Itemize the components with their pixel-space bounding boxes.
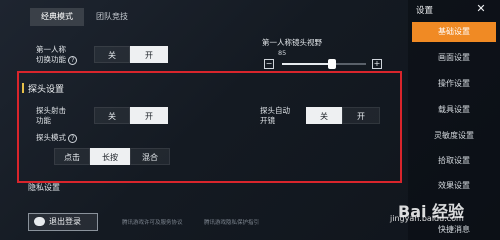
first-person-on-option[interactable]: 开	[130, 46, 168, 63]
peek-autoscope-label-line2: 开镜	[260, 116, 275, 125]
first-person-label: 第一人称 切换功能 ?	[36, 45, 78, 65]
tab-classic[interactable]: 经典模式	[30, 8, 84, 26]
highlight-box	[17, 71, 402, 183]
fov-slider-track[interactable]	[282, 59, 366, 69]
sidebar-item-pickup[interactable]: 拾取设置	[412, 151, 496, 171]
fov-increase-button[interactable]: +	[372, 59, 382, 69]
peek-shoot-label: 探头射击 功能	[36, 106, 66, 126]
peek-autoscope-on-option[interactable]: 开	[342, 107, 380, 124]
logout-button[interactable]: 退出登录	[28, 213, 98, 231]
sidebar-item-graphics[interactable]: 画面设置	[412, 48, 496, 68]
close-icon[interactable]: ✕	[468, 2, 494, 16]
wechat-icon	[34, 217, 45, 226]
help-icon[interactable]: ?	[68, 133, 78, 143]
fov-slider-value: 85	[278, 49, 287, 57]
fov-slider-label: 第一人称镜头视野	[262, 38, 322, 47]
peek-shoot-off-option[interactable]: 关	[94, 107, 130, 124]
peek-mode-selector: 点击 长按 混合	[54, 148, 170, 165]
fov-decrease-button[interactable]: −	[264, 59, 274, 69]
help-icon[interactable]: ?	[68, 55, 78, 65]
first-person-label-line1: 第一人称	[36, 45, 66, 54]
fov-slider-fill	[282, 63, 333, 65]
first-person-toggle: 关 开	[94, 46, 168, 63]
sidebar-item-sensitivity[interactable]: 灵敏度设置	[412, 126, 496, 146]
sidebar-item-vehicle[interactable]: 载具设置	[412, 100, 496, 120]
sidebar-item-basic[interactable]: 基础设置	[412, 22, 496, 42]
sidebar-title: 设置	[416, 6, 434, 16]
privacy-link[interactable]: 腾讯游戏隐私保护指引	[204, 218, 259, 226]
first-person-off-option[interactable]: 关	[94, 46, 130, 63]
first-person-label-line2: 切换功能 ?	[36, 55, 78, 65]
license-link[interactable]: 腾讯游戏许可及服务协议	[122, 218, 183, 226]
watermark-url: jingyan.baidu.com	[390, 214, 464, 223]
peek-mode-tap-option[interactable]: 点击	[54, 148, 90, 165]
peek-mode-mixed-option[interactable]: 混合	[130, 148, 170, 165]
logout-label: 退出登录	[49, 217, 81, 226]
fov-slider-thumb[interactable]	[328, 59, 337, 69]
mode-tab-bar: 经典模式 团队竞技	[0, 0, 408, 26]
peek-shoot-on-option[interactable]: 开	[130, 107, 168, 124]
peek-shoot-toggle: 关 开	[94, 107, 168, 124]
tab-team-deathmatch[interactable]: 团队竞技	[86, 8, 138, 26]
sidebar-item-effects[interactable]: 效果设置	[412, 176, 496, 196]
privacy-section-title: 隐私设置	[28, 183, 60, 192]
peek-autoscope-off-option[interactable]: 关	[306, 107, 342, 124]
peek-autoscope-label: 探头自动 开镜	[260, 106, 290, 126]
peek-shoot-label-line1: 探头射击	[36, 106, 66, 115]
peek-mode-label: 探头模式 ?	[36, 133, 78, 143]
sidebar-item-quick-message[interactable]: 快捷消息	[412, 220, 496, 240]
peek-shoot-label-line2: 功能	[36, 116, 51, 125]
peek-section-title: 探头设置	[21, 82, 64, 95]
peek-mode-hold-option[interactable]: 长按	[90, 148, 130, 165]
peek-autoscope-label-line1: 探头自动	[260, 106, 290, 115]
sidebar-item-controls[interactable]: 操作设置	[412, 74, 496, 94]
peek-autoscope-toggle: 关 开	[306, 107, 380, 124]
